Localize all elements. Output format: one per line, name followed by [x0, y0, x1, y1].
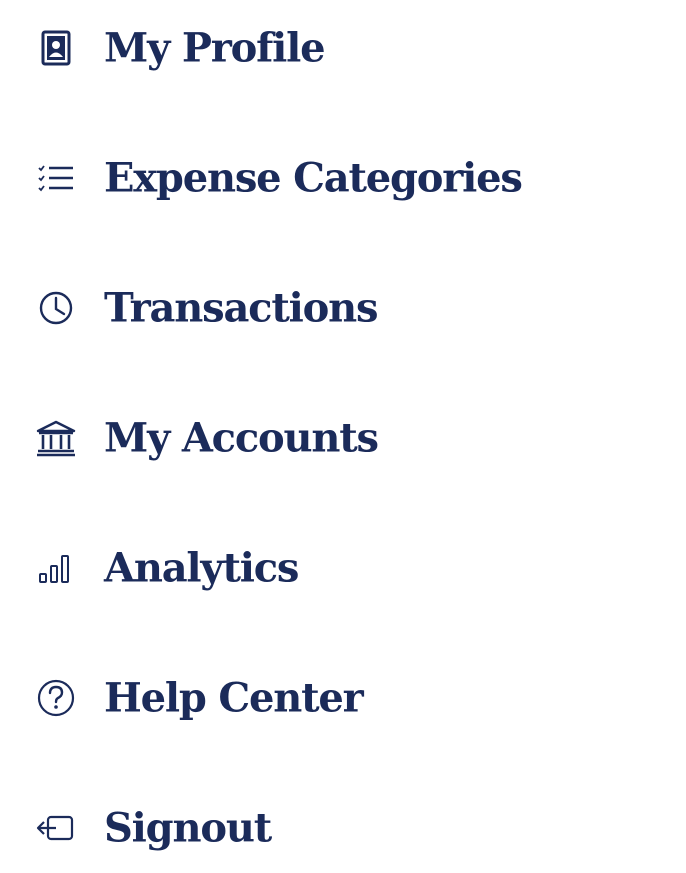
menu-item-analytics[interactable]: Analytics [0, 523, 600, 613]
bar-chart-icon [34, 546, 78, 590]
menu-label-analytics: Analytics [104, 544, 299, 592]
signout-icon [34, 806, 78, 850]
menu-item-signout[interactable]: Signout [0, 783, 600, 873]
help-circle-icon [34, 676, 78, 720]
menu-label-signout: Signout [104, 804, 272, 852]
menu-item-transactions[interactable]: Transactions [0, 263, 600, 353]
menu-label-expense-categories: Expense Categories [104, 154, 523, 202]
profile-badge-icon [34, 26, 78, 70]
menu-label-my-profile: My Profile [104, 24, 326, 72]
menu-label-transactions: Transactions [104, 284, 378, 332]
menu-label-help-center: Help Center [104, 674, 364, 722]
menu-item-my-accounts[interactable]: My Accounts [0, 393, 600, 483]
menu-item-my-profile[interactable]: My Profile [0, 3, 600, 93]
menu-item-help-center[interactable]: Help Center [0, 653, 600, 743]
bank-icon [34, 416, 78, 460]
menu-label-my-accounts: My Accounts [104, 414, 379, 462]
clock-icon [34, 286, 78, 330]
list-icon [34, 156, 78, 200]
sidebar-menu: My Profile Expense Categories Transactio… [0, 0, 686, 872]
menu-item-expense-categories[interactable]: Expense Categories [0, 133, 600, 223]
